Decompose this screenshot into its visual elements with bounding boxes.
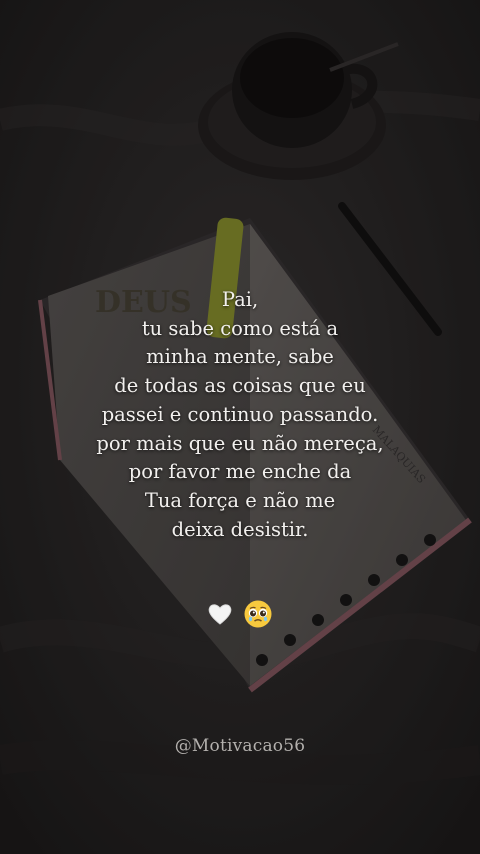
emoji-row [0,597,480,629]
author-handle: @Motivacao56 [174,736,306,756]
quote-line: deixa desistir. [171,517,309,541]
quote-line: de todas as coisas que eu [114,374,366,398]
quote-line: passei e continuo passando. [101,402,379,426]
quote-text: Pai, tu sabe como está a minha mente, sa… [0,286,480,544]
pleading-face-icon [244,600,272,628]
quote-line: minha mente, sabe [146,345,334,369]
quote-line: Pai, [221,288,259,311]
quote-line: tu sabe como está a [141,316,339,340]
quote-line: por mais que eu não mereça, [96,431,384,455]
quote-line: por favor me enche da [128,460,352,484]
white-heart-icon [208,604,232,625]
quote-line: Tua força e não me [144,488,336,512]
